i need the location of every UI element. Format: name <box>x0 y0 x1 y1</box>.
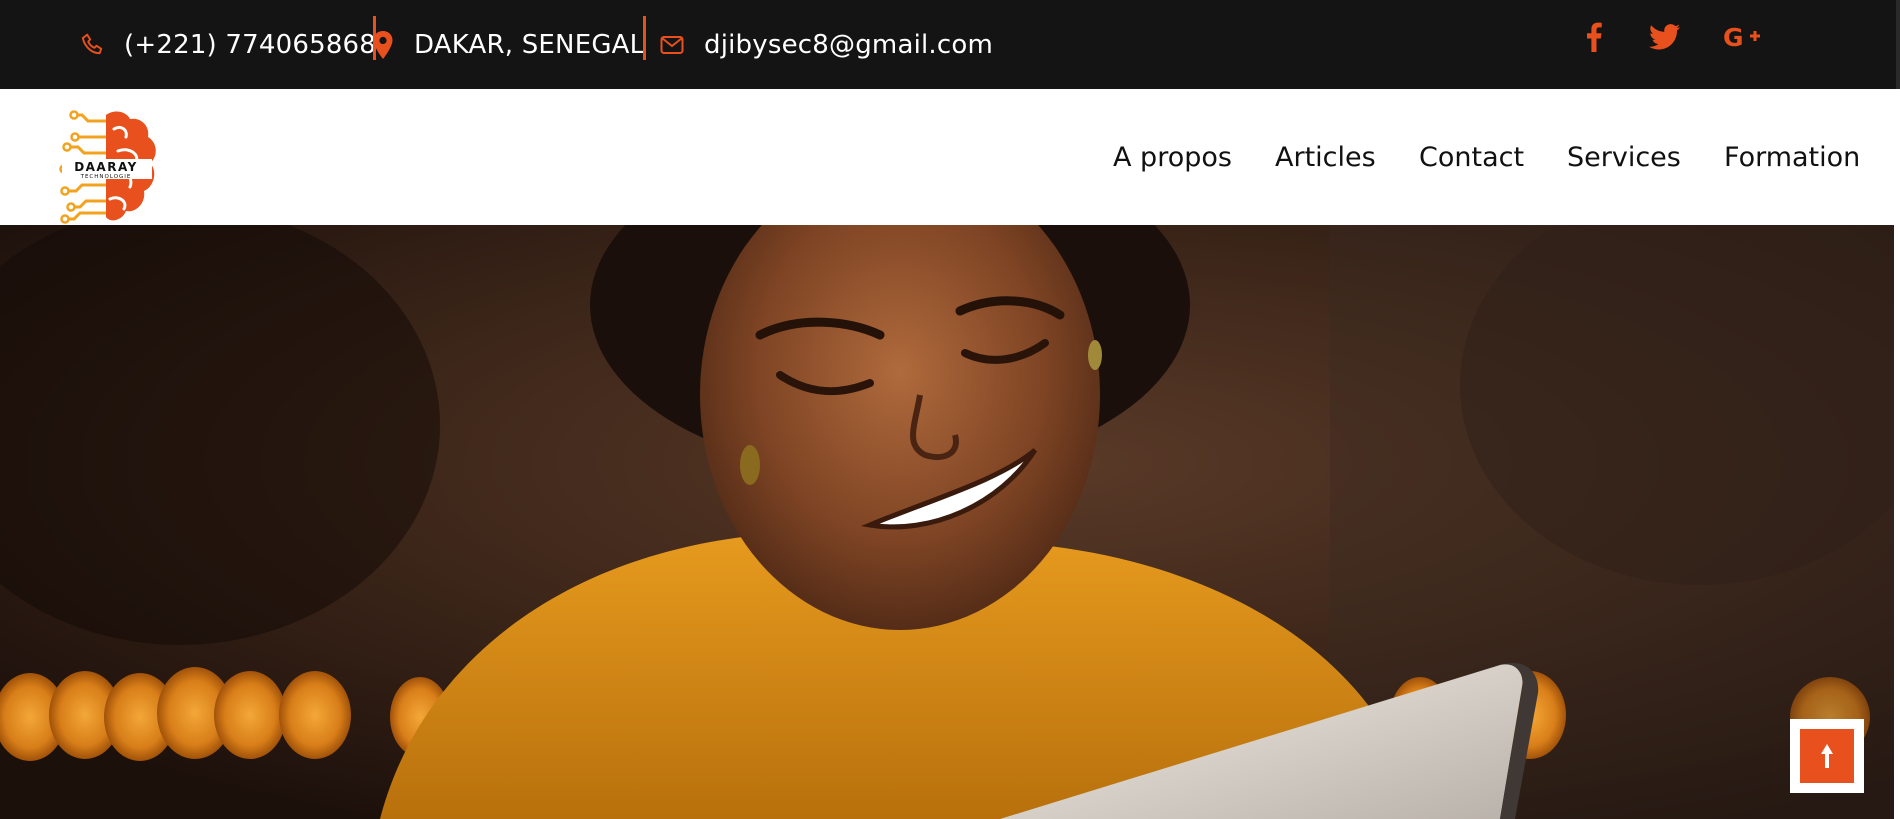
contact-email[interactable]: djibysec8@gmail.com <box>660 0 993 89</box>
arrow-up-icon <box>1820 743 1834 769</box>
phone-number: (+221) 774065868 <box>124 29 377 60</box>
twitter-icon[interactable] <box>1649 0 1681 74</box>
envelope-icon <box>660 35 684 55</box>
nav-item-a-propos[interactable]: A propos <box>1113 89 1232 225</box>
nav-item-services[interactable]: Services <box>1567 89 1681 225</box>
back-to-top-button[interactable] <box>1790 719 1864 793</box>
google-plus-icon[interactable]: G <box>1723 0 1763 74</box>
email-address: djibysec8@gmail.com <box>704 29 994 60</box>
scrollbar[interactable] <box>1896 0 1900 89</box>
top-contact-bar: (+221) 774065868 DAKAR, SENEGAL djibysec… <box>0 0 1900 89</box>
contact-location: DAKAR, SENEGAL <box>372 0 644 89</box>
location-pin-icon <box>372 30 394 60</box>
logo-tagline: TECHNOLOGIE <box>80 174 132 180</box>
site-logo[interactable]: DAARAY TECHNOLOGIE <box>48 107 160 225</box>
nav-item-articles[interactable]: Articles <box>1275 89 1376 225</box>
phone-icon <box>80 32 106 58</box>
logo-wordmark: DAARAY <box>74 160 138 174</box>
hero-banner <box>0 225 1894 819</box>
facebook-icon[interactable] <box>1586 0 1602 74</box>
nav-item-contact[interactable]: Contact <box>1419 89 1524 225</box>
contact-phone[interactable]: (+221) 774065868 <box>80 0 376 89</box>
divider <box>643 16 646 60</box>
location-text: DAKAR, SENEGAL <box>414 29 645 60</box>
main-navbar: DAARAY TECHNOLOGIE A propos Articles Con… <box>0 89 1894 225</box>
nav-item-formation[interactable]: Formation <box>1724 89 1860 225</box>
svg-text:G: G <box>1723 25 1744 49</box>
hero-image <box>0 225 1894 819</box>
